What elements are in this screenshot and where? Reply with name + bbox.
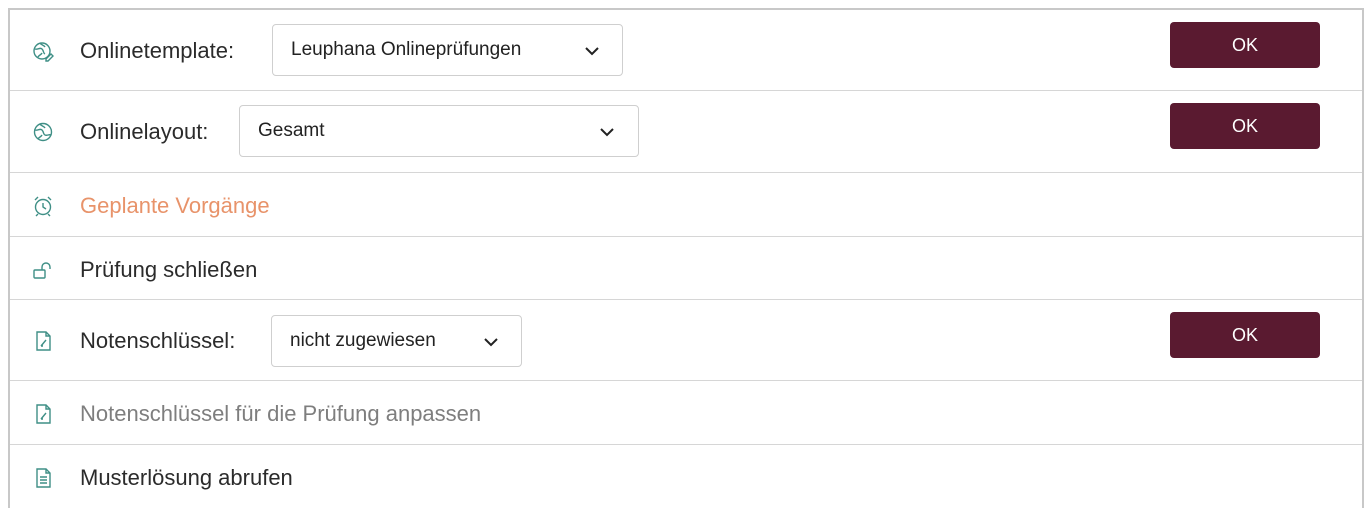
grading-key-select-value: nicht zugewiesen [290, 330, 436, 351]
sample-solution-row[interactable]: Musterlösung abrufen [10, 445, 1362, 510]
chevron-down-icon [598, 123, 616, 141]
grading-key-select[interactable]: nicht zugewiesen [271, 315, 522, 367]
settings-panel: Onlinetemplate: Leuphana Onlineprüfungen… [8, 8, 1364, 508]
adjust-grading-key-label[interactable]: Notenschlüssel für die Prüfung anpassen [80, 401, 481, 427]
onlinelayout-ok-button[interactable]: OK [1170, 103, 1320, 149]
onlinetemplate-ok-button[interactable]: OK [1170, 22, 1320, 68]
onlinetemplate-row: Onlinetemplate: Leuphana Onlineprüfungen… [10, 10, 1362, 91]
grading-key-row: Notenschlüssel: nicht zugewiesen OK [10, 300, 1362, 381]
onlinelayout-select-value: Gesamt [258, 120, 325, 141]
onlinetemplate-label: Onlinetemplate: [80, 38, 235, 63]
onlinetemplate-select-value: Leuphana Onlineprüfungen [291, 39, 522, 60]
document-edit-icon [32, 330, 54, 352]
onlinelayout-label: Onlinelayout: [80, 119, 209, 144]
close-exam-row[interactable]: Prüfung schließen [10, 237, 1362, 300]
scheduled-actions-row[interactable]: Geplante Vorgänge [10, 173, 1362, 237]
globe-edit-icon [32, 40, 54, 62]
unlock-icon [32, 259, 54, 281]
onlinelayout-select[interactable]: Gesamt [239, 105, 639, 157]
alarm-clock-icon [32, 195, 54, 217]
globe-icon [32, 121, 54, 143]
onlinetemplate-select[interactable]: Leuphana Onlineprüfungen [272, 24, 623, 76]
document-text-icon [32, 467, 54, 489]
document-edit-icon [32, 403, 54, 425]
grading-key-ok-button[interactable]: OK [1170, 312, 1320, 358]
chevron-down-icon [583, 42, 601, 60]
adjust-grading-key-row[interactable]: Notenschlüssel für die Prüfung anpassen [10, 381, 1362, 445]
chevron-down-icon [482, 333, 500, 351]
close-exam-label[interactable]: Prüfung schließen [80, 257, 257, 283]
grading-key-label: Notenschlüssel: [80, 328, 236, 353]
sample-solution-label[interactable]: Musterlösung abrufen [80, 465, 293, 491]
scheduled-actions-link[interactable]: Geplante Vorgänge [80, 193, 270, 219]
onlinelayout-row: Onlinelayout: Gesamt OK [10, 91, 1362, 173]
